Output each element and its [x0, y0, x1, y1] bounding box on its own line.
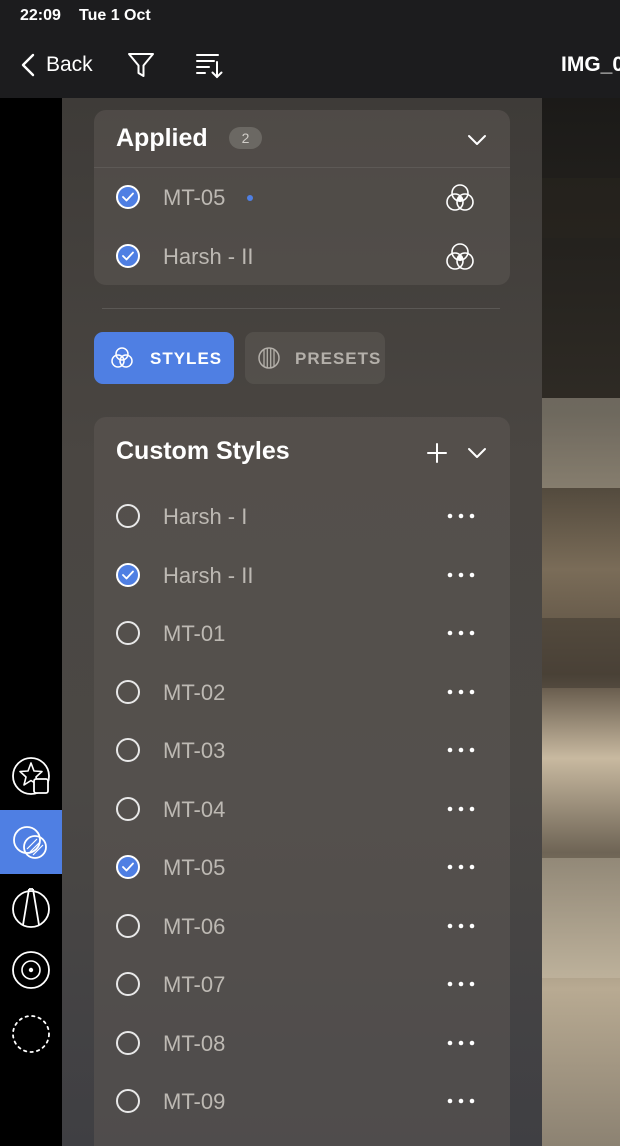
checkbox-checked[interactable] [116, 562, 140, 587]
style-row[interactable]: Harsh - II [94, 550, 510, 600]
presets-tab-icon [258, 347, 280, 369]
tool-styles[interactable] [0, 810, 62, 874]
checkbox-unchecked[interactable] [116, 679, 140, 704]
style-row[interactable]: MT-06 [94, 901, 510, 951]
checkbox-unchecked[interactable] [116, 1030, 140, 1055]
checkbox-checked[interactable] [116, 244, 140, 268]
styles-tab-icon [111, 347, 133, 368]
photo-preview[interactable] [542, 98, 620, 1146]
style-row-label: MT-05 [163, 855, 226, 880]
star-layers-icon [12, 757, 50, 795]
tool-adjust[interactable] [0, 1002, 62, 1066]
checkmark-icon [122, 251, 134, 261]
style-row[interactable]: MT-08 [94, 1018, 510, 1068]
checkbox-checked[interactable] [116, 185, 140, 209]
style-row-label: Harsh - II [163, 562, 254, 588]
more-options-icon[interactable] [445, 913, 477, 939]
checkbox-unchecked[interactable] [116, 796, 140, 821]
applied-row-label: MT-05 [163, 185, 226, 210]
checkbox-unchecked[interactable] [116, 738, 140, 762]
lens-icon [12, 951, 50, 989]
style-row-label: Harsh - I [163, 504, 248, 529]
custom-styles-title: Custom Styles [116, 437, 290, 465]
tab-presets-label: PRESETS [295, 349, 382, 368]
checkbox-unchecked[interactable] [116, 972, 140, 996]
tool-lens[interactable] [0, 938, 62, 1002]
style-row[interactable]: Harsh - I [94, 491, 510, 541]
style-row[interactable]: MT-09 [94, 1076, 510, 1126]
back-button[interactable]: Back [20, 50, 93, 80]
styles-overlap-icon [13, 826, 47, 859]
chevron-down-icon[interactable] [466, 442, 488, 464]
applied-row[interactable]: MT-05 [94, 172, 510, 222]
document-title: IMG_0 [561, 53, 620, 76]
back-label: Back [46, 53, 93, 76]
checkbox-unchecked[interactable] [116, 1089, 140, 1113]
more-options-icon[interactable] [445, 679, 477, 705]
more-options-icon[interactable] [445, 971, 477, 997]
more-options-icon[interactable] [445, 796, 477, 822]
dotted-circle-icon [12, 1015, 50, 1053]
more-options-icon[interactable] [445, 1030, 477, 1056]
style-row-label: MT-01 [163, 621, 226, 646]
more-options-icon[interactable] [445, 737, 477, 763]
applied-row[interactable]: Harsh - II [94, 231, 510, 281]
status-date: Tue 1 Oct [79, 7, 151, 24]
style-row[interactable]: MT-04 [94, 784, 510, 834]
tool-perspective[interactable] [0, 876, 62, 940]
styles-panel: Applied 2 MT-05 Harsh - II STYLES PRESET… [62, 98, 542, 1146]
style-row[interactable]: MT-07 [94, 959, 510, 1009]
style-badge-icon [446, 184, 474, 211]
style-row-label: MT-09 [163, 1089, 226, 1114]
nav-bar: Back IMG_0 [0, 32, 620, 98]
style-row-label: MT-08 [163, 1030, 226, 1056]
checkmark-icon [122, 192, 134, 202]
modified-dot [247, 195, 253, 201]
more-options-icon[interactable] [445, 620, 477, 646]
more-options-icon[interactable] [445, 503, 477, 529]
chevron-down-icon[interactable] [466, 129, 488, 151]
applied-card: Applied 2 MT-05 Harsh - II [94, 110, 510, 285]
tool-rail [0, 98, 62, 1146]
style-badge-icon [446, 243, 474, 270]
checkbox-unchecked[interactable] [116, 621, 140, 645]
status-time: 22:09 [20, 7, 61, 24]
checkbox-unchecked[interactable] [116, 504, 140, 528]
style-row-label: MT-07 [163, 972, 226, 997]
style-row-label: MT-06 [163, 913, 226, 939]
checkbox-checked[interactable] [116, 855, 140, 879]
tab-styles-label: STYLES [150, 349, 223, 368]
style-row[interactable]: MT-05 [94, 842, 510, 892]
tool-favorites[interactable] [0, 744, 62, 808]
perspective-icon [12, 888, 50, 928]
more-options-icon[interactable] [445, 562, 477, 588]
style-row-label: MT-02 [163, 679, 226, 705]
checkbox-unchecked[interactable] [116, 913, 140, 938]
status-bar: 22:09 Tue 1 Oct [0, 0, 620, 32]
checkmark-icon [122, 570, 134, 579]
more-options-icon[interactable] [445, 854, 477, 880]
style-row-label: MT-04 [163, 796, 226, 822]
style-row[interactable]: MT-02 [94, 667, 510, 717]
filter-icon[interactable] [126, 50, 156, 80]
custom-styles-card: Custom Styles Harsh - I Harsh - II MT-01 MT… [94, 417, 510, 1146]
applied-title: Applied [116, 124, 208, 152]
applied-count-badge: 2 [229, 127, 262, 149]
style-row-label: MT-03 [163, 738, 226, 763]
applied-divider [94, 167, 510, 168]
tab-styles[interactable]: STYLES [94, 332, 234, 384]
applied-row-label: Harsh - II [163, 244, 254, 269]
more-options-icon[interactable] [445, 1088, 477, 1114]
sort-icon[interactable] [194, 49, 226, 81]
section-divider [102, 308, 500, 309]
checkmark-icon [122, 862, 134, 872]
chevron-left-icon [21, 53, 35, 77]
style-row[interactable]: MT-01 [94, 608, 510, 658]
tab-presets[interactable]: PRESETS [245, 332, 385, 384]
style-row[interactable]: MT-03 [94, 725, 510, 775]
add-style-button[interactable] [425, 441, 449, 465]
